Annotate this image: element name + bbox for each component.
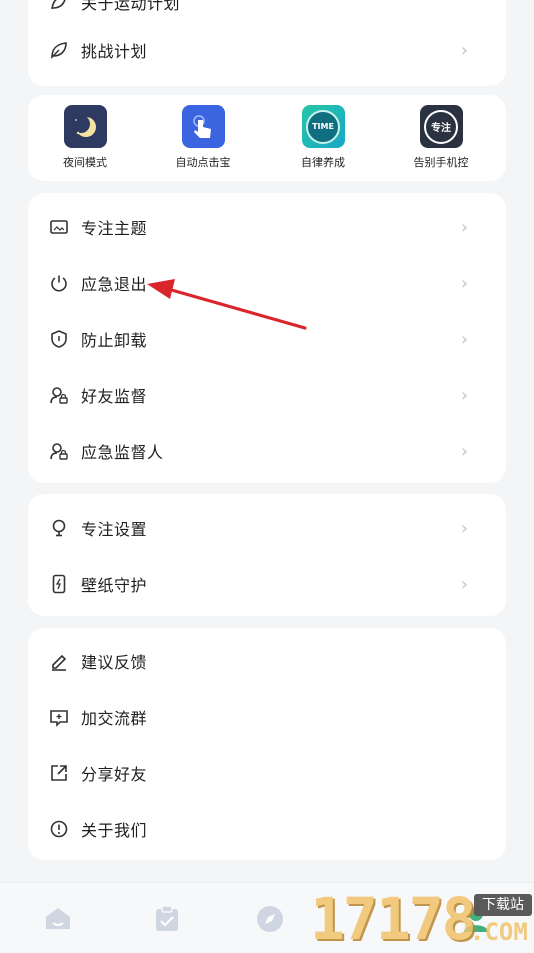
- row-join-group[interactable]: 加交流群: [28, 689, 506, 745]
- time-badge: TIME: [306, 109, 340, 144]
- tap-hand-icon: [181, 105, 225, 148]
- row-label: 防止卸载: [81, 331, 148, 350]
- watermark-tag: 下载站: [474, 894, 532, 916]
- row-label: 关于运动计划: [81, 0, 181, 13]
- row-emergency-supervisor[interactable]: 应急监督人 ›: [28, 423, 506, 479]
- row-label: 专注设置: [81, 520, 148, 539]
- misc-card: 建议反馈 加交流群 分享好友 关于我们: [28, 628, 506, 860]
- row-feedback[interactable]: 建议反馈: [28, 633, 506, 689]
- row-label: 建议反馈: [81, 653, 148, 672]
- chevron-right-icon: ›: [460, 216, 468, 238]
- time-icon: TIME: [301, 105, 345, 148]
- row-about-us[interactable]: 关于我们: [28, 801, 506, 857]
- leaf-icon: [48, 39, 70, 61]
- app-name: 夜间模式: [63, 156, 107, 169]
- row-label: 壁纸守护: [81, 576, 148, 595]
- row-label: 分享好友: [81, 765, 148, 784]
- leaf-icon: [48, 0, 70, 13]
- shield-icon: [48, 328, 70, 350]
- app-night-mode[interactable]: 夜间模式: [30, 105, 140, 170]
- share-icon: [48, 762, 70, 784]
- chevron-right-icon: ›: [460, 440, 468, 462]
- compass-icon[interactable]: [256, 905, 284, 933]
- chevron-right-icon: ›: [460, 39, 468, 61]
- row-label: 关于我们: [81, 821, 148, 840]
- clipboard-icon[interactable]: [154, 905, 180, 933]
- apps-card: 夜间模式 自动点击宝 TIME 自律养成 专注 告别手机控: [28, 95, 506, 181]
- focus-icon: 专注: [419, 105, 463, 148]
- watermark: 17178 下载站 .COM: [310, 888, 534, 950]
- focus-tools-card: 专注主题 › 应急退出 › 防止卸载 › 好友监督 › 应急监督人 ›: [28, 193, 506, 483]
- row-focus-theme[interactable]: 专注主题 ›: [28, 199, 506, 255]
- row-friend-supervision[interactable]: 好友监督 ›: [28, 367, 506, 423]
- row-challenge-plan[interactable]: 挑战计划 ›: [28, 22, 506, 78]
- moon-icon: [63, 105, 107, 148]
- row-label: 应急退出: [81, 275, 148, 294]
- pen-icon: [48, 650, 70, 672]
- phone-bolt-icon: [48, 573, 70, 595]
- app-phone-addiction[interactable]: 专注 告别手机控: [386, 105, 496, 170]
- info-icon: [48, 818, 70, 840]
- chevron-right-icon: ›: [460, 517, 468, 539]
- watermark-domain: .COM: [470, 918, 528, 946]
- chevron-right-icon: ›: [460, 328, 468, 350]
- row-label: 好友监督: [81, 387, 148, 406]
- chevron-right-icon: ›: [460, 384, 468, 406]
- app-self-discipline[interactable]: TIME 自律养成: [268, 105, 378, 170]
- row-prevent-uninstall[interactable]: 防止卸载 ›: [28, 311, 506, 367]
- settings-card: 专注设置 › 壁纸守护 ›: [28, 494, 506, 616]
- chat-plus-icon: [48, 706, 70, 728]
- power-icon: [48, 272, 70, 294]
- app-name: 告别手机控: [413, 156, 469, 169]
- home-icon[interactable]: [44, 905, 72, 931]
- user-lock-icon: [48, 440, 70, 462]
- row-share-friends[interactable]: 分享好友: [28, 745, 506, 801]
- focus-badge: 专注: [424, 109, 458, 144]
- plan-card: 关于运动计划 挑战计划 ›: [28, 0, 506, 86]
- row-label: 应急监督人: [81, 443, 164, 462]
- watermark-digits: 17178: [310, 885, 477, 953]
- image-icon: [48, 216, 70, 238]
- user-lock-icon: [48, 384, 70, 406]
- row-focus-settings[interactable]: 专注设置 ›: [28, 500, 506, 556]
- row-label: 专注主题: [81, 219, 148, 238]
- row-label: 挑战计划: [81, 42, 148, 61]
- app-name: 自律养成: [301, 156, 345, 169]
- app-name: 自动点击宝: [175, 156, 231, 169]
- app-auto-clicker[interactable]: 自动点击宝: [148, 105, 258, 170]
- row-label: 加交流群: [81, 709, 148, 728]
- row-emergency-exit[interactable]: 应急退出 ›: [28, 255, 506, 311]
- chevron-right-icon: ›: [460, 272, 468, 294]
- row-wallpaper-guard[interactable]: 壁纸守护 ›: [28, 556, 506, 612]
- lightbulb-icon: [48, 517, 70, 539]
- chevron-right-icon: ›: [460, 573, 468, 595]
